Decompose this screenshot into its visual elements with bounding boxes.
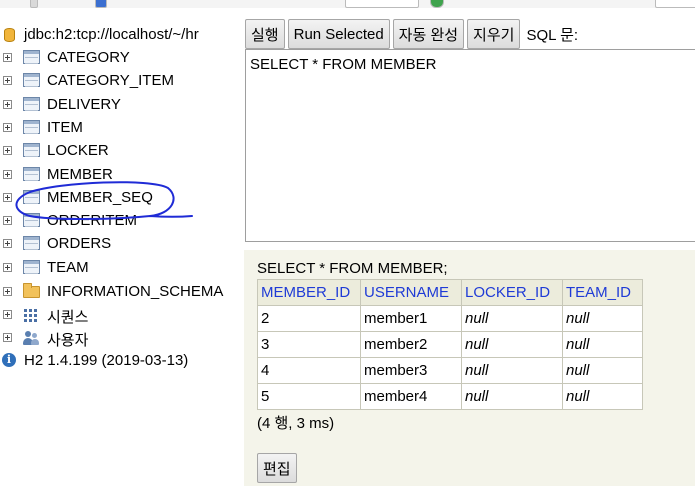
expand-icon[interactable]	[3, 263, 12, 272]
result-header-row: MEMBER_ID USERNAME LOCKER_ID TEAM_ID	[257, 279, 643, 306]
table-icon	[23, 213, 40, 227]
tree-item-label: MEMBER_SEQ	[47, 189, 153, 206]
run-button[interactable]: 실행	[245, 19, 285, 49]
table-icon	[23, 120, 40, 134]
expand-icon[interactable]	[3, 53, 12, 62]
sequence-icon	[23, 307, 40, 322]
column-header[interactable]: MEMBER_ID	[257, 279, 361, 306]
tree-item-table[interactable]: DELIVERY	[0, 94, 244, 116]
table-cell: member1	[360, 305, 462, 332]
run-selected-button[interactable]: Run Selected	[287, 19, 390, 49]
table-cell: member4	[360, 383, 462, 410]
sql-toolbar: 실행 Run Selected 자동 완성 지우기 SQL 문:	[245, 19, 578, 49]
table-row: 2 member1 null null	[257, 305, 643, 332]
tree-version: i H2 1.4.199 (2019-03-13)	[0, 350, 244, 372]
table-row: 4 member3 null null	[257, 357, 643, 384]
table-cell: null	[562, 305, 643, 332]
column-header[interactable]: TEAM_ID	[562, 279, 643, 306]
expand-icon[interactable]	[3, 123, 12, 132]
table-icon	[23, 50, 40, 64]
table-cell: null	[461, 383, 563, 410]
tree-item-label: ITEM	[47, 119, 83, 136]
expand-icon[interactable]	[3, 193, 12, 202]
table-cell: null	[562, 357, 643, 384]
expand-icon[interactable]	[3, 333, 12, 342]
result-panel: SELECT * FROM MEMBER; MEMBER_ID USERNAME…	[244, 250, 695, 486]
expand-icon[interactable]	[3, 100, 12, 109]
expand-icon[interactable]	[3, 216, 12, 225]
table-icon	[23, 236, 40, 250]
version-label: H2 1.4.199 (2019-03-13)	[24, 352, 189, 369]
table-icon	[23, 143, 40, 157]
edit-button[interactable]: 편집	[257, 453, 297, 483]
table-cell: null	[562, 331, 643, 358]
tree-item-label: CATEGORY_ITEM	[47, 72, 174, 89]
tree-item-table[interactable]: CATEGORY_ITEM	[0, 70, 244, 92]
expand-icon[interactable]	[3, 170, 12, 179]
table-cell: null	[461, 357, 563, 384]
connection-label: jdbc:h2:tcp://localhost/~/hr	[24, 26, 199, 43]
table-cell: null	[562, 383, 643, 410]
tree-item-label: CATEGORY	[47, 49, 130, 66]
tree-item-label: ORDERITEM	[47, 212, 137, 229]
tree-item-label: ORDERS	[47, 235, 112, 252]
tree-item-label: 시퀀스	[47, 309, 89, 326]
table-cell: 2	[257, 305, 361, 332]
tree-item-table[interactable]: MEMBER	[0, 164, 244, 186]
tree-item-label: DELIVERY	[47, 96, 121, 113]
sql-text[interactable]: SELECT * FROM MEMBER	[250, 56, 436, 73]
tree-item-label: LOCKER	[47, 142, 109, 159]
table-icon	[23, 167, 40, 181]
table-cell: 5	[257, 383, 361, 410]
clear-button[interactable]: 지우기	[467, 19, 521, 49]
table-cell: null	[461, 331, 563, 358]
tree-item-label: TEAM	[47, 259, 89, 276]
expand-icon[interactable]	[3, 287, 12, 296]
expand-icon[interactable]	[3, 76, 12, 85]
tree-item-label: INFORMATION_SCHEMA	[47, 283, 224, 300]
tree-item-users[interactable]: 사용자	[0, 327, 244, 349]
sql-editor[interactable]: SELECT * FROM MEMBER	[245, 49, 695, 242]
expand-icon[interactable]	[3, 239, 12, 248]
table-cell: 3	[257, 331, 361, 358]
column-header[interactable]: USERNAME	[360, 279, 462, 306]
tree-item-table[interactable]: MEMBER_SEQ	[0, 187, 244, 209]
table-cell: member2	[360, 331, 462, 358]
tree-item-table[interactable]: TEAM	[0, 257, 244, 279]
tree-item-table[interactable]: ORDERITEM	[0, 210, 244, 232]
table-row: 3 member2 null null	[257, 331, 643, 358]
sql-label: SQL 문:	[526, 26, 579, 44]
table-icon	[23, 73, 40, 87]
table-cell: member3	[360, 357, 462, 384]
tree-connection[interactable]: jdbc:h2:tcp://localhost/~/hr	[0, 24, 244, 46]
result-count: (4 행, 3 ms)	[257, 415, 335, 432]
table-icon	[23, 97, 40, 111]
result-table: MEMBER_ID USERNAME LOCKER_ID TEAM_ID 2 m…	[257, 279, 643, 410]
result-statement: SELECT * FROM MEMBER;	[257, 260, 448, 277]
tree-item-table[interactable]: ITEM	[0, 117, 244, 139]
users-icon	[23, 330, 40, 345]
tree-item-information-schema[interactable]: INFORMATION_SCHEMA	[0, 281, 244, 303]
table-row: 5 member4 null null	[257, 383, 643, 410]
info-icon: i	[2, 353, 16, 367]
table-icon	[23, 260, 40, 274]
tree-item-table[interactable]: ORDERS	[0, 233, 244, 255]
folder-icon	[23, 283, 40, 298]
tree-item-table[interactable]: LOCKER	[0, 140, 244, 162]
expand-icon[interactable]	[3, 146, 12, 155]
table-cell: null	[461, 305, 563, 332]
tree-item-table[interactable]: CATEGORY	[0, 47, 244, 69]
table-icon	[23, 190, 40, 204]
top-toolbar-strip	[0, 0, 695, 8]
column-header[interactable]: LOCKER_ID	[461, 279, 563, 306]
expand-icon[interactable]	[3, 310, 12, 319]
autocomplete-button[interactable]: 자동 완성	[392, 19, 465, 49]
tree-item-label: 사용자	[47, 332, 89, 349]
tree-item-sequences[interactable]: 시퀀스	[0, 304, 244, 326]
tree-item-label: MEMBER	[47, 166, 113, 183]
database-icon	[4, 28, 15, 42]
table-cell: 4	[257, 357, 361, 384]
